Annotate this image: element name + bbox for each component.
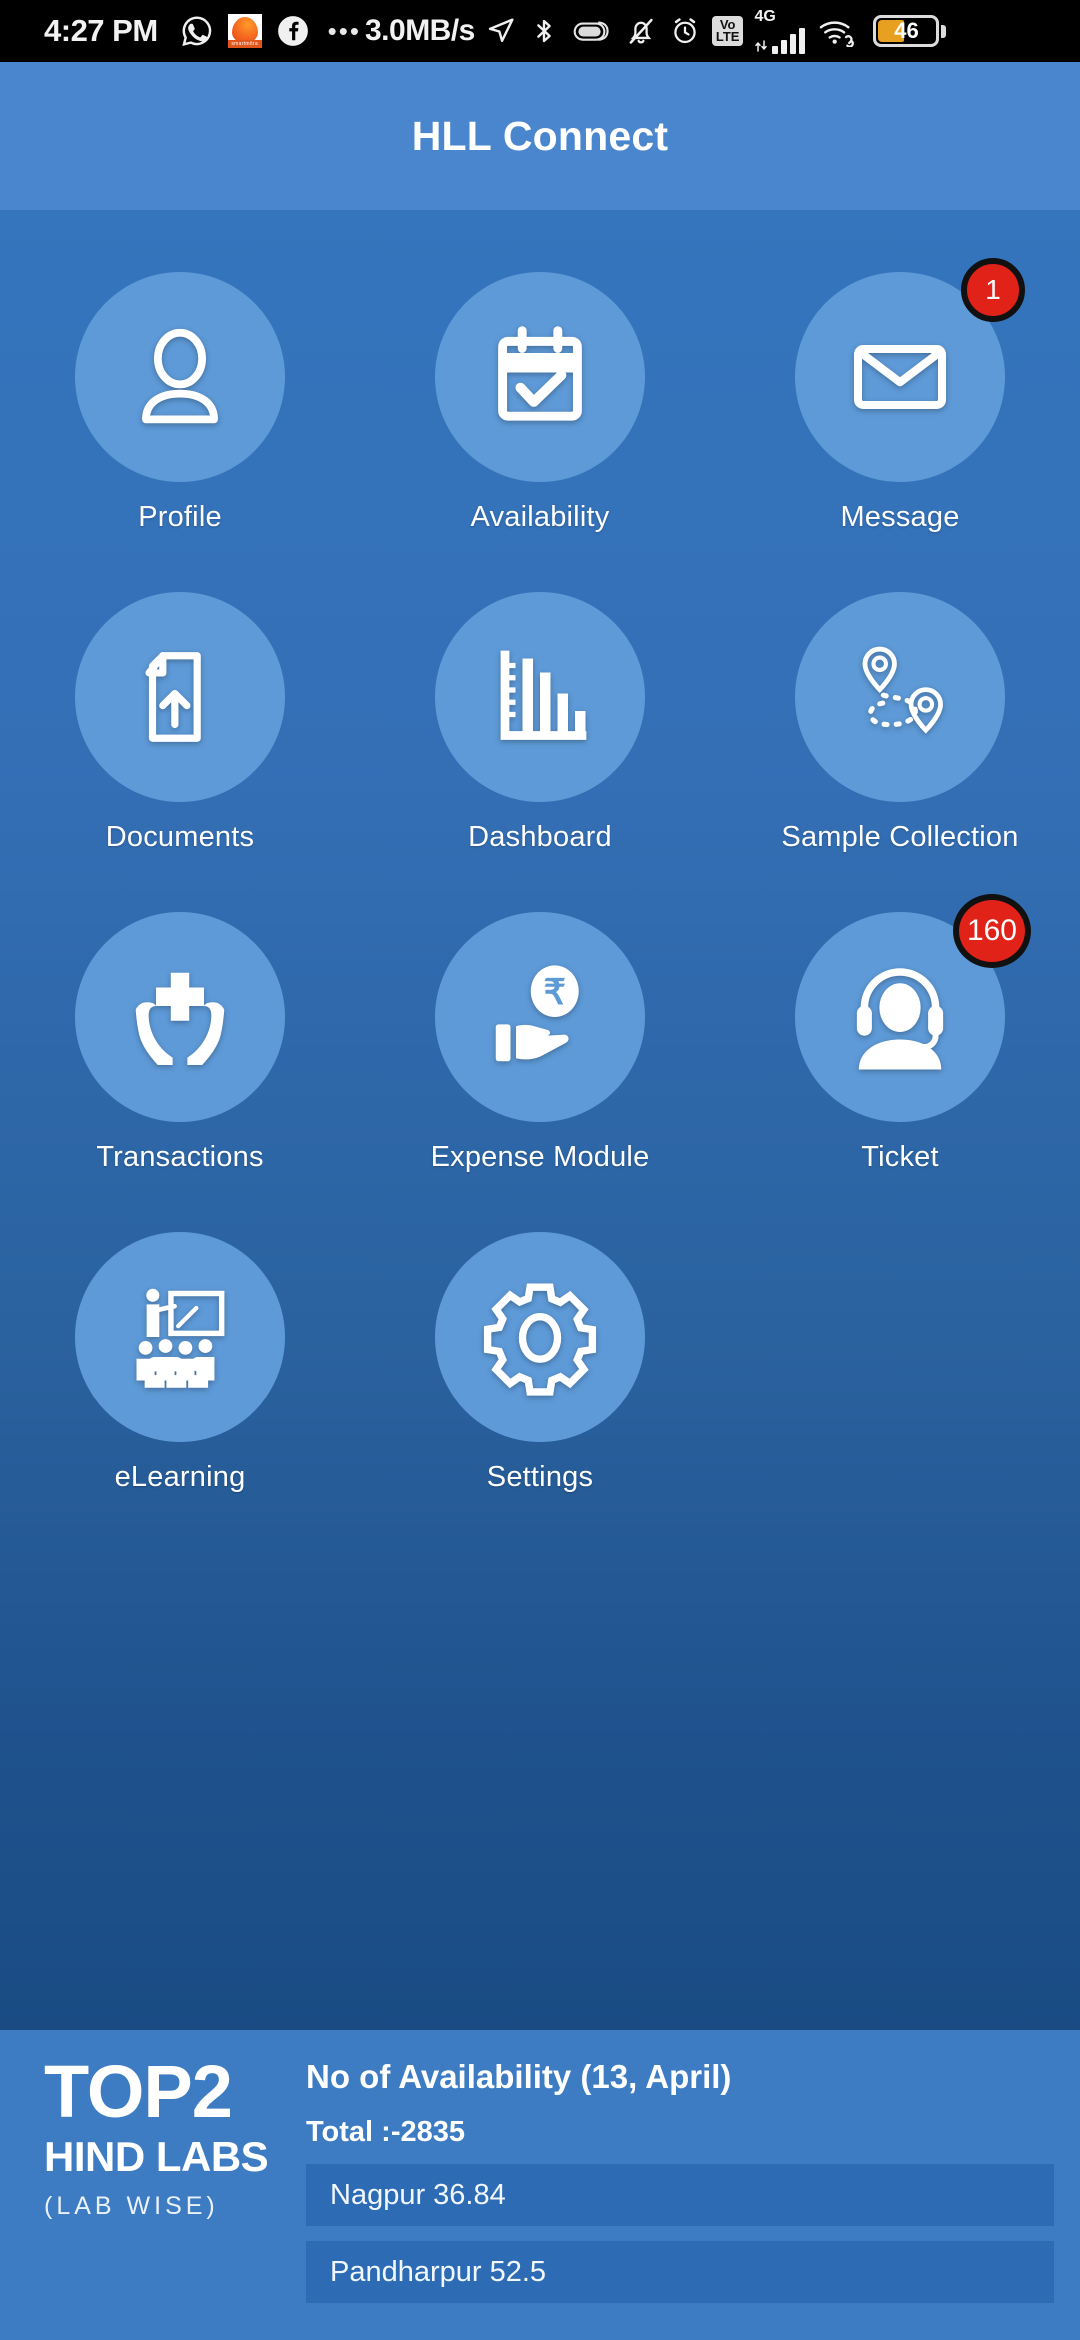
- status-clock: 4:27 PM: [44, 13, 158, 48]
- tile-documents[interactable]: Documents: [0, 592, 360, 912]
- availability-title: No of Availability (13, April): [306, 2058, 732, 2095]
- tile-label: Expense Module: [430, 1141, 650, 1173]
- main-content: Profile Availability 1 Message Documents…: [0, 210, 1080, 2030]
- tile-label: Message: [840, 501, 960, 533]
- tile-ticket[interactable]: 160 Ticket: [720, 894, 1080, 1232]
- tile-dashboard[interactable]: Dashboard: [360, 592, 720, 912]
- tile-icon-circle: ₹: [435, 912, 645, 1122]
- tile-icon-circle: [435, 272, 645, 482]
- bluetooth-icon: [529, 16, 559, 46]
- tile-label: Ticket: [861, 1141, 939, 1173]
- logo-line-top2: TOP2: [44, 2050, 233, 2133]
- battery-percent: 46: [894, 18, 919, 43]
- page-title: HLL Connect: [411, 112, 669, 159]
- tile-label: eLearning: [114, 1461, 246, 1493]
- whatsapp-icon: [180, 14, 214, 48]
- tile-message[interactable]: 1 Message: [720, 258, 1080, 592]
- tile-settings[interactable]: Settings: [360, 1232, 720, 1552]
- bar-chart-icon: [500, 650, 587, 740]
- tile-sample-collection[interactable]: Sample Collection: [720, 592, 1080, 912]
- person-icon: [142, 328, 218, 424]
- bottom-availability-panel: TOP2 HIND LABS (LAB WISE) No of Availabi…: [0, 2030, 1080, 2340]
- hands-cross-icon: [135, 972, 225, 1065]
- logo-line-hind-labs: HIND LABS: [44, 2133, 269, 2181]
- signal-bars-icon: 4G: [754, 8, 806, 54]
- hand-rupee-icon: ₹: [495, 965, 579, 1062]
- capsule-icon: [571, 16, 613, 46]
- headset-agent-icon: [856, 968, 944, 1070]
- svg-text:₹: ₹: [544, 973, 566, 1012]
- app-screen: 4:27 PM smartmitra ••• 3.0MB/s Vo LTE 4G…: [0, 0, 1080, 2340]
- orange-app-icon: smartmitra: [227, 14, 262, 48]
- tile-icon-circle: [75, 272, 285, 482]
- tile-icon-circle: [795, 592, 1005, 802]
- gear-icon: [483, 1283, 597, 1396]
- tile-label: Transactions: [96, 1141, 264, 1173]
- tile-icon-circle: [435, 1232, 645, 1442]
- envelope-icon: [853, 344, 947, 410]
- tile-label: Profile: [138, 501, 222, 533]
- orange-app-caption: smartmitra: [227, 40, 262, 48]
- location-arrow-icon: [485, 15, 517, 47]
- list-item[interactable]: Pandharpur 52.5: [306, 2241, 1054, 2303]
- tile-profile[interactable]: Profile: [0, 272, 360, 592]
- tile-label: Settings: [486, 1461, 594, 1493]
- tile-transactions[interactable]: Transactions: [0, 912, 360, 1232]
- battery-icon: 46: [873, 15, 947, 47]
- battery-body: 46: [873, 15, 940, 47]
- availability-summary: No of Availability (13, April) Total :-2…: [302, 2058, 1054, 2340]
- tile-icon-circle: [75, 912, 285, 1122]
- facebook-icon: [276, 14, 310, 48]
- document-upload-icon: [145, 652, 201, 742]
- tile-availability[interactable]: Availability: [360, 272, 720, 592]
- status-badge: 160: [952, 894, 1031, 968]
- route-pins-icon: [862, 646, 943, 734]
- tile-label: Documents: [105, 821, 255, 853]
- network-type-label: 4G: [754, 8, 776, 25]
- top2-hind-labs-logo: TOP2 HIND LABS (LAB WISE): [26, 2050, 302, 2340]
- tile-icon-circle: [75, 592, 285, 802]
- calendar-check-icon: [498, 326, 582, 421]
- battery-tip: [941, 24, 947, 38]
- signal-bars: [754, 26, 806, 54]
- list-item[interactable]: Nagpur 36.84: [306, 2164, 1054, 2226]
- alarm-icon: [669, 15, 701, 47]
- wifi-icon: [817, 15, 859, 47]
- volte-bottom: LTE: [715, 29, 740, 44]
- mute-bell-icon: [625, 15, 657, 47]
- network-speed-text: 3.0MB/s: [364, 14, 475, 47]
- app-bar: HLL Connect: [0, 62, 1080, 210]
- tile-expense-module[interactable]: ₹ Expense Module: [360, 912, 720, 1232]
- status-badge: 1: [961, 258, 1025, 322]
- tile-icon-circle: [75, 1232, 285, 1442]
- tile-elearning[interactable]: eLearning: [0, 1232, 360, 1552]
- availability-total: Total :-2835: [306, 2116, 466, 2148]
- tile-label: Sample Collection: [781, 821, 1019, 853]
- tile-label: Dashboard: [468, 821, 612, 853]
- app-tile-grid: Profile Availability 1 Message Documents…: [0, 210, 1080, 1552]
- tile-icon-circle: [435, 592, 645, 802]
- volte-icon: Vo LTE: [711, 16, 744, 46]
- status-bar: 4:27 PM smartmitra ••• 3.0MB/s Vo LTE 4G…: [0, 0, 1080, 62]
- tile-icon-circle: 1: [795, 258, 1025, 482]
- classroom-icon: [136, 1288, 225, 1388]
- tile-icon-circle: 160: [795, 894, 1031, 1122]
- more-notifications-dots: •••: [327, 15, 361, 46]
- logo-line-lab-wise: (LAB WISE): [44, 2192, 219, 2221]
- tile-label: Availability: [470, 501, 610, 533]
